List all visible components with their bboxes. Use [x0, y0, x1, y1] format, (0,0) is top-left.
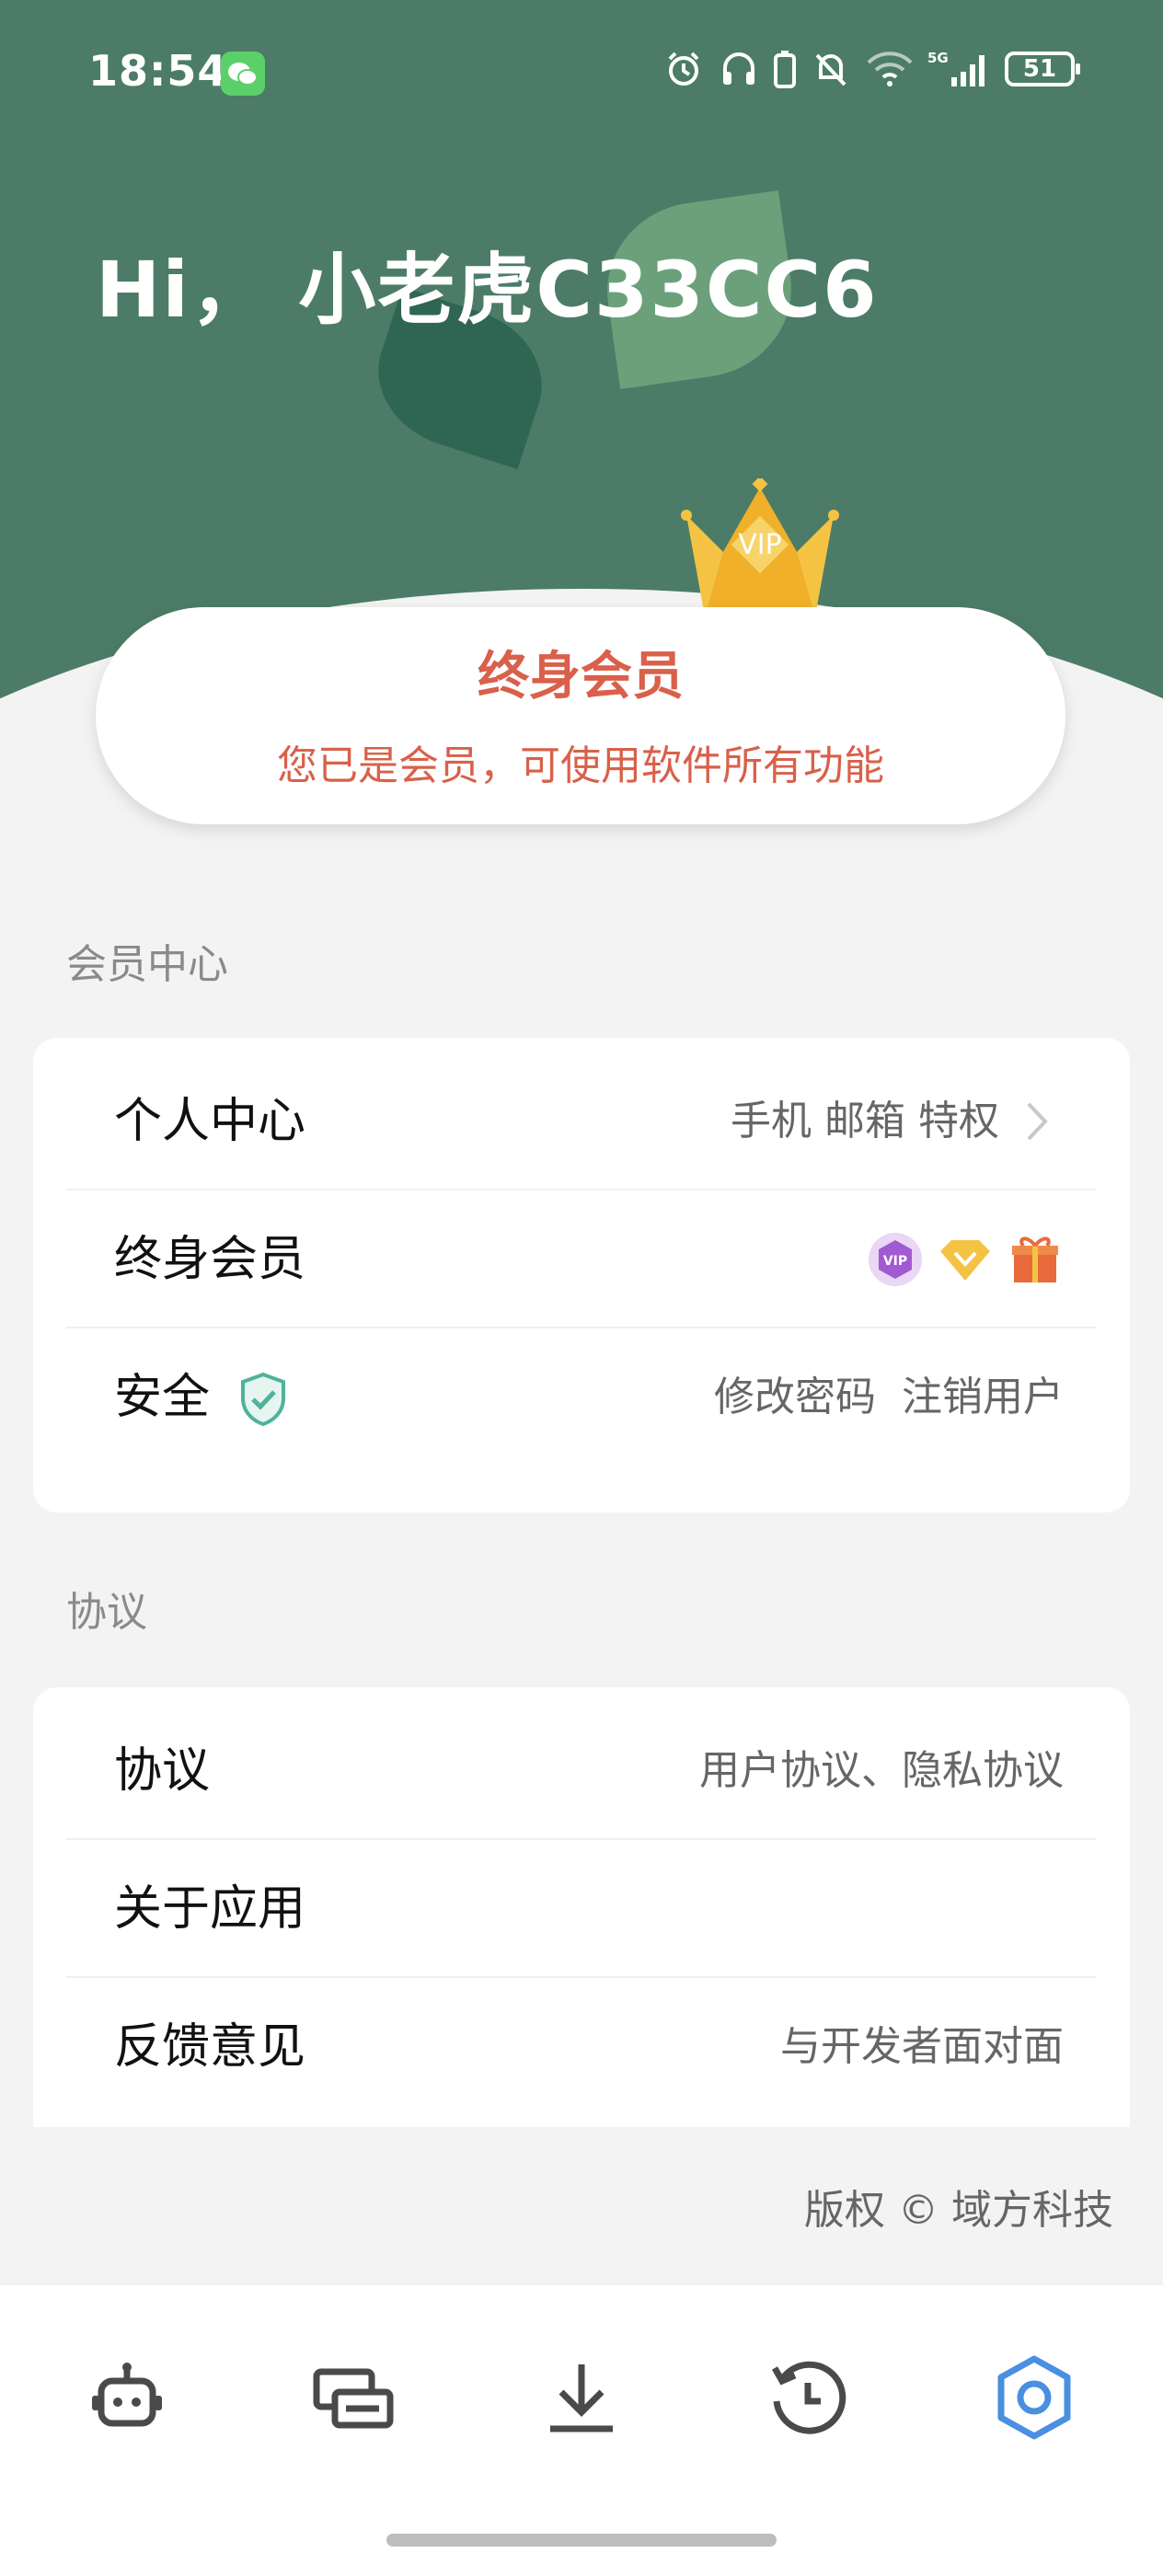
- row-value: 手机 邮箱 特权: [731, 1098, 999, 1144]
- section-label-agreement: 协议: [66, 1589, 147, 1636]
- row-lifetime-member[interactable]: 终身会员 VIP: [33, 1190, 1130, 1328]
- gift-badge-icon: [1012, 1236, 1058, 1282]
- nav-robot[interactable]: [81, 2352, 173, 2444]
- mute-bell-icon: [815, 53, 846, 86]
- alarm-icon: [668, 52, 699, 86]
- diamond-badge-icon: [940, 1240, 990, 1281]
- row-label: 个人中心: [114, 1094, 306, 1149]
- battery-indicator: 51: [1005, 52, 1080, 86]
- svg-text:VIP: VIP: [883, 1254, 907, 1269]
- row-feedback[interactable]: 反馈意见 与开发者面对面: [33, 1978, 1130, 2116]
- member-badges: VIP: [867, 1231, 1064, 1288]
- row-agreement[interactable]: 协议 用户协议、隐私协议: [33, 1702, 1130, 1840]
- copyright-text: 版权 © 域方科技: [804, 2187, 1113, 2234]
- row-label: 协议: [114, 1743, 211, 1799]
- membership-title: 终身会员: [478, 647, 684, 707]
- robot-icon: [92, 2363, 162, 2427]
- row-value: 与开发者面对面: [780, 2023, 1064, 2070]
- device-battery-icon: [774, 51, 796, 88]
- row-value[interactable]: 用户协议、隐私协议: [699, 1702, 1064, 1840]
- section-label-member-center: 会员中心: [66, 941, 228, 988]
- agreement-card: 协议 用户协议、隐私协议 关于应用 反馈意见 与开发者面对面: [33, 1687, 1130, 2127]
- cards-icon: [313, 2368, 394, 2429]
- history-icon: [771, 2361, 846, 2434]
- status-bar: 18:54 5G 51: [0, 0, 1163, 138]
- svg-text:5G: 5G: [927, 50, 949, 66]
- nav-download[interactable]: [535, 2352, 628, 2444]
- download-icon: [550, 2364, 613, 2432]
- membership-card[interactable]: 终身会员 您已是会员，可使用软件所有功能: [96, 607, 1065, 824]
- row-label: 终身会员: [114, 1232, 306, 1287]
- signal-icon: 5G: [927, 50, 985, 86]
- svg-text:VIP: VIP: [738, 529, 781, 561]
- settings-icon: [997, 2355, 1071, 2440]
- status-icons: 5G 51: [662, 48, 1080, 90]
- member-center-card: 个人中心 手机 邮箱 特权 终身会员 VIP 安全 修改密码 注销用户: [33, 1038, 1130, 1512]
- wifi-icon: [867, 52, 913, 86]
- row-label: 关于应用: [114, 1881, 306, 1937]
- row-about-app[interactable]: 关于应用: [33, 1840, 1130, 1978]
- status-time: 18:54: [88, 46, 228, 96]
- row-label: 安全: [114, 1370, 211, 1425]
- profile-header: 18:54 5G 51 Hi， 小老虎C33CC6 VIP: [0, 0, 1163, 699]
- membership-subtitle: 您已是会员，可使用软件所有功能: [277, 742, 884, 789]
- nav-cards[interactable]: [307, 2352, 399, 2444]
- row-value[interactable]: 修改密码 注销用户: [714, 1328, 1064, 1466]
- row-personal-center[interactable]: 个人中心 手机 邮箱 特权: [33, 1052, 1130, 1190]
- headphones-icon: [723, 52, 754, 85]
- bottom-nav: [0, 2285, 1163, 2576]
- vip-badge-icon: VIP: [869, 1233, 922, 1286]
- wechat-icon: [221, 52, 265, 96]
- row-security[interactable]: 安全 修改密码 注销用户: [33, 1328, 1130, 1466]
- home-indicator[interactable]: [386, 2534, 777, 2547]
- nav-settings[interactable]: [988, 2352, 1080, 2444]
- shield-check-icon: [241, 1372, 285, 1427]
- row-label: 反馈意见: [114, 2019, 306, 2075]
- greeting-title: Hi， 小老虎C33CC6: [96, 245, 879, 335]
- vip-crown-icon: VIP: [681, 478, 839, 616]
- nav-history[interactable]: [762, 2352, 854, 2444]
- chevron-right-icon: [1027, 1102, 1048, 1141]
